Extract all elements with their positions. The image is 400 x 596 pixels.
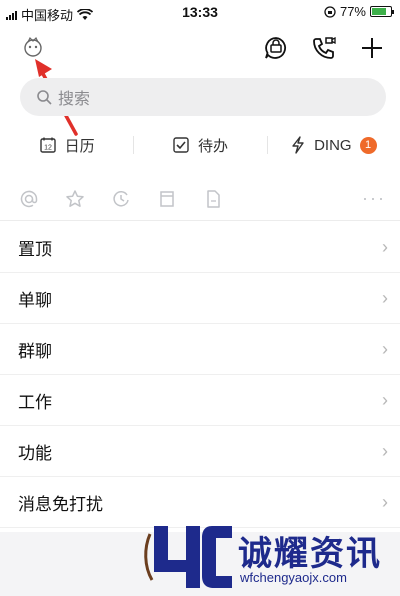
todo-icon (173, 137, 189, 153)
battery-fill (372, 8, 386, 15)
top-bar (0, 26, 400, 74)
menu-item-single-chat[interactable]: 单聊 › (0, 273, 400, 324)
todo-label: 待办 (197, 137, 228, 155)
ding-icon (292, 136, 304, 154)
status-bar: 中国移动 13:33 77% (0, 0, 400, 26)
chevron-right-icon: › (382, 236, 388, 257)
secret-chat-button[interactable] (262, 34, 290, 62)
menu-item-pinned[interactable]: 置顶 › (0, 222, 400, 273)
search-bar[interactable]: 搜索 (20, 78, 386, 116)
calendar-button[interactable]: 12 日历 (0, 126, 133, 164)
more-icon[interactable]: ··· (362, 188, 386, 209)
watermark-url: wfchengyaojx.com (240, 570, 347, 585)
add-button[interactable] (358, 34, 386, 62)
watermark: 诚耀资讯 wfchengyaojx.com (140, 516, 396, 594)
chevron-right-icon: › (382, 440, 388, 461)
avatar[interactable] (20, 34, 46, 60)
plus-icon (362, 38, 382, 58)
battery-percent: 77% (339, 4, 366, 19)
battery-icon (370, 6, 394, 17)
ding-button[interactable]: DING 1 (266, 126, 400, 164)
menu-item-work[interactable]: 工作 › (0, 375, 400, 426)
divider (0, 220, 400, 221)
search-placeholder: 搜索 (58, 91, 91, 108)
watermark-title: 诚耀资讯 (238, 535, 382, 573)
star-icon[interactable] (64, 188, 86, 210)
filter-row: ··· (0, 178, 400, 220)
menu-item-label: 群聊 (18, 341, 52, 361)
menu-item-label: 单聊 (18, 290, 52, 310)
at-icon[interactable] (18, 188, 40, 210)
chevron-right-icon: › (382, 491, 388, 512)
watermark-logo (144, 526, 232, 588)
todo-button[interactable]: 待办 (133, 126, 266, 164)
menu-item-label: 工作 (18, 392, 52, 412)
menu-item-features[interactable]: 功能 › (0, 426, 400, 477)
archive-icon[interactable] (156, 188, 178, 210)
ding-badge: 1 (359, 136, 377, 154)
ding-label: DING (314, 136, 352, 154)
avatar-icon (24, 36, 42, 57)
menu-item-label: 消息免打扰 (18, 494, 103, 514)
file-icon[interactable] (202, 188, 224, 210)
chevron-right-icon: › (382, 338, 388, 359)
video-call-button[interactable] (310, 34, 338, 62)
calendar-label: 日历 (64, 137, 95, 155)
rotation-lock-icon (324, 5, 336, 18)
menu-item-label: 功能 (18, 443, 52, 463)
menu-item-label: 置顶 (18, 239, 52, 259)
chevron-right-icon: › (382, 389, 388, 410)
chat-category-list: 置顶 › 单聊 › 群聊 › 工作 › 功能 › 消息免打扰 › (0, 222, 400, 528)
history-icon[interactable] (110, 188, 132, 210)
secret-chat-icon (265, 37, 286, 59)
status-right: 77% (324, 4, 394, 19)
quick-bar: 12 日历 待办 DING 1 (0, 126, 400, 164)
search-icon (37, 90, 52, 105)
menu-item-group-chat[interactable]: 群聊 › (0, 324, 400, 375)
top-actions (262, 34, 386, 62)
svg-text:12: 12 (44, 145, 52, 152)
phone-video-icon (313, 36, 336, 59)
chevron-right-icon: › (382, 287, 388, 308)
calendar-icon: 12 (39, 137, 56, 153)
